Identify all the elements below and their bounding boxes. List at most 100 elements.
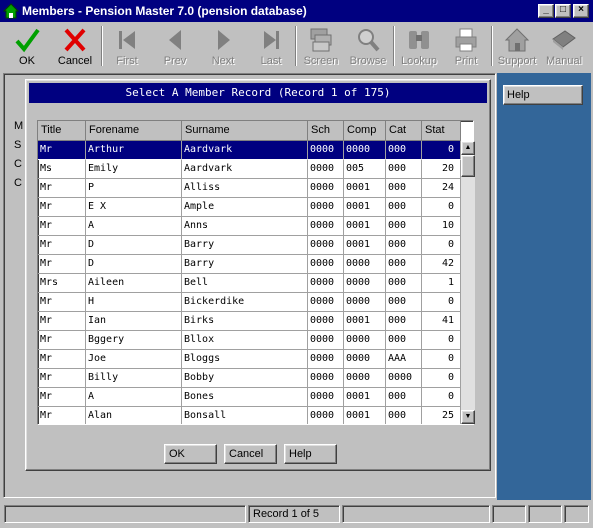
cell-comp: 0001 bbox=[344, 217, 386, 236]
table-row[interactable]: Mr H Bickerdike 0000 0000 000 0 bbox=[38, 293, 461, 312]
column-header-surname[interactable]: Surname bbox=[182, 121, 308, 141]
prev-button[interactable]: Prev bbox=[152, 24, 198, 68]
toolbar-separator bbox=[101, 26, 103, 66]
manual-button[interactable]: Manual bbox=[541, 24, 587, 68]
cell-stat: 0 bbox=[422, 141, 461, 160]
screen-icon bbox=[310, 28, 332, 52]
ok-toolbar-button[interactable]: OK bbox=[4, 24, 50, 68]
last-button[interactable]: Last bbox=[248, 24, 294, 68]
support-button[interactable]: Support bbox=[494, 24, 540, 68]
first-button[interactable]: First bbox=[104, 24, 150, 68]
table-row[interactable]: Mr Alan Bonsall 0000 0001 000 25 bbox=[38, 407, 461, 424]
status-segment bbox=[342, 505, 490, 523]
cell-sch: 0000 bbox=[308, 179, 344, 198]
cell-surname: Bllox bbox=[182, 331, 308, 350]
table-row[interactable]: Mr D Barry 0000 0001 000 0 bbox=[38, 236, 461, 255]
table-row[interactable]: Mr E X Ample 0000 0001 000 0 bbox=[38, 198, 461, 217]
next-label: Next bbox=[211, 55, 235, 67]
column-header-comp[interactable]: Comp bbox=[344, 121, 386, 141]
cancel-toolbar-button[interactable]: Cancel bbox=[52, 24, 98, 68]
column-header-forename[interactable]: Forename bbox=[86, 121, 182, 141]
table-row[interactable]: Ms Emily Aardvark 0000 005 000 20 bbox=[38, 160, 461, 179]
table-row[interactable]: Mr D Barry 0000 0000 000 42 bbox=[38, 255, 461, 274]
cell-forename: H bbox=[86, 293, 182, 312]
dialog-title: Select A Member Record (Record 1 of 175) bbox=[29, 83, 487, 103]
book-icon bbox=[552, 30, 576, 50]
cell-title: Mr bbox=[38, 407, 86, 424]
print-label: Print bbox=[454, 55, 478, 67]
cell-forename: Billy bbox=[86, 369, 182, 388]
status-record-count: Record 1 of 5 bbox=[248, 505, 340, 523]
prev-label: Prev bbox=[163, 55, 187, 67]
cell-cat: AAA bbox=[386, 350, 422, 369]
cell-surname: Bobby bbox=[182, 369, 308, 388]
table-row[interactable]: Mr Joe Bloggs 0000 0000 AAA 0 bbox=[38, 350, 461, 369]
cell-stat: 25 bbox=[422, 407, 461, 424]
toolbar-separator bbox=[393, 26, 395, 66]
column-header-sch[interactable]: Sch bbox=[308, 121, 344, 141]
column-header-cat[interactable]: Cat bbox=[386, 121, 422, 141]
cell-cat: 0000 bbox=[386, 369, 422, 388]
cell-comp: 0000 bbox=[344, 369, 386, 388]
cell-surname: Bonsall bbox=[182, 407, 308, 424]
browse-button[interactable]: Browse bbox=[345, 24, 391, 68]
toolbar: OK Cancel First Prev Next Last Screen Br… bbox=[0, 22, 593, 70]
cell-comp: 0001 bbox=[344, 407, 386, 424]
cell-sch: 0000 bbox=[308, 350, 344, 369]
cell-surname: Aardvark bbox=[182, 160, 308, 179]
cell-stat: 0 bbox=[422, 350, 461, 369]
cell-title: Mr bbox=[38, 388, 86, 407]
maximize-button[interactable]: □ bbox=[555, 4, 571, 18]
table-row[interactable]: Mr Ian Birks 0000 0001 000 41 bbox=[38, 312, 461, 331]
cell-title: Mr bbox=[38, 350, 86, 369]
screen-label: Screen bbox=[303, 55, 339, 67]
scroll-up-button[interactable]: ▲ bbox=[461, 141, 475, 155]
cell-cat: 000 bbox=[386, 312, 422, 331]
minimize-button[interactable]: _ bbox=[538, 4, 554, 18]
column-header-stat[interactable]: Stat bbox=[422, 121, 461, 141]
form-field-label: M bbox=[14, 120, 24, 132]
table-row[interactable]: Mr A Bones 0000 0001 000 0 bbox=[38, 388, 461, 407]
grid-vertical-scrollbar[interactable]: ▲ ▼ bbox=[461, 141, 475, 424]
support-label: Support bbox=[497, 55, 537, 67]
cell-sch: 0000 bbox=[308, 369, 344, 388]
dialog-cancel-button[interactable]: Cancel bbox=[224, 444, 277, 464]
cell-title: Mr bbox=[38, 179, 86, 198]
close-button[interactable]: × bbox=[573, 4, 589, 18]
dialog-ok-button[interactable]: OK bbox=[164, 444, 217, 464]
form-field-label: S bbox=[14, 139, 22, 151]
prev-icon bbox=[169, 30, 181, 50]
cell-cat: 000 bbox=[386, 274, 422, 293]
cell-sch: 0000 bbox=[308, 312, 344, 331]
cell-comp: 0000 bbox=[344, 350, 386, 369]
cell-forename: Emily bbox=[86, 160, 182, 179]
print-button[interactable]: Print bbox=[443, 24, 489, 68]
table-row[interactable]: Mrs Aileen Bell 0000 0000 000 1 bbox=[38, 274, 461, 293]
cell-surname: Barry bbox=[182, 236, 308, 255]
cell-surname: Barry bbox=[182, 255, 308, 274]
lookup-button[interactable]: Lookup bbox=[396, 24, 442, 68]
column-header-title[interactable]: Title bbox=[38, 121, 86, 141]
cell-comp: 0000 bbox=[344, 141, 386, 160]
cell-comp: 0000 bbox=[344, 255, 386, 274]
cell-stat: 24 bbox=[422, 179, 461, 198]
cell-surname: Ample bbox=[182, 198, 308, 217]
scroll-down-button[interactable]: ▼ bbox=[461, 410, 475, 424]
binoculars-icon bbox=[409, 31, 429, 49]
screen-button[interactable]: Screen bbox=[298, 24, 344, 68]
table-row[interactable]: Mr A Anns 0000 0001 000 10 bbox=[38, 217, 461, 236]
table-row[interactable]: Mr Arthur Aardvark 0000 0000 000 0 bbox=[38, 141, 461, 160]
cell-title: Mr bbox=[38, 312, 86, 331]
table-row[interactable]: Mr P Alliss 0000 0001 000 24 bbox=[38, 179, 461, 198]
cell-surname: Bickerdike bbox=[182, 293, 308, 312]
dialog-help-button[interactable]: Help bbox=[284, 444, 337, 464]
side-help-button[interactable]: Help bbox=[503, 85, 583, 105]
scroll-thumb[interactable] bbox=[461, 155, 475, 177]
cell-title: Mr bbox=[38, 293, 86, 312]
next-button[interactable]: Next bbox=[200, 24, 246, 68]
cell-surname: Aardvark bbox=[182, 141, 308, 160]
cell-stat: 42 bbox=[422, 255, 461, 274]
table-row[interactable]: Mr Bggery Bllox 0000 0000 000 0 bbox=[38, 331, 461, 350]
cell-stat: 0 bbox=[422, 369, 461, 388]
table-row[interactable]: Mr Billy Bobby 0000 0000 0000 0 bbox=[38, 369, 461, 388]
